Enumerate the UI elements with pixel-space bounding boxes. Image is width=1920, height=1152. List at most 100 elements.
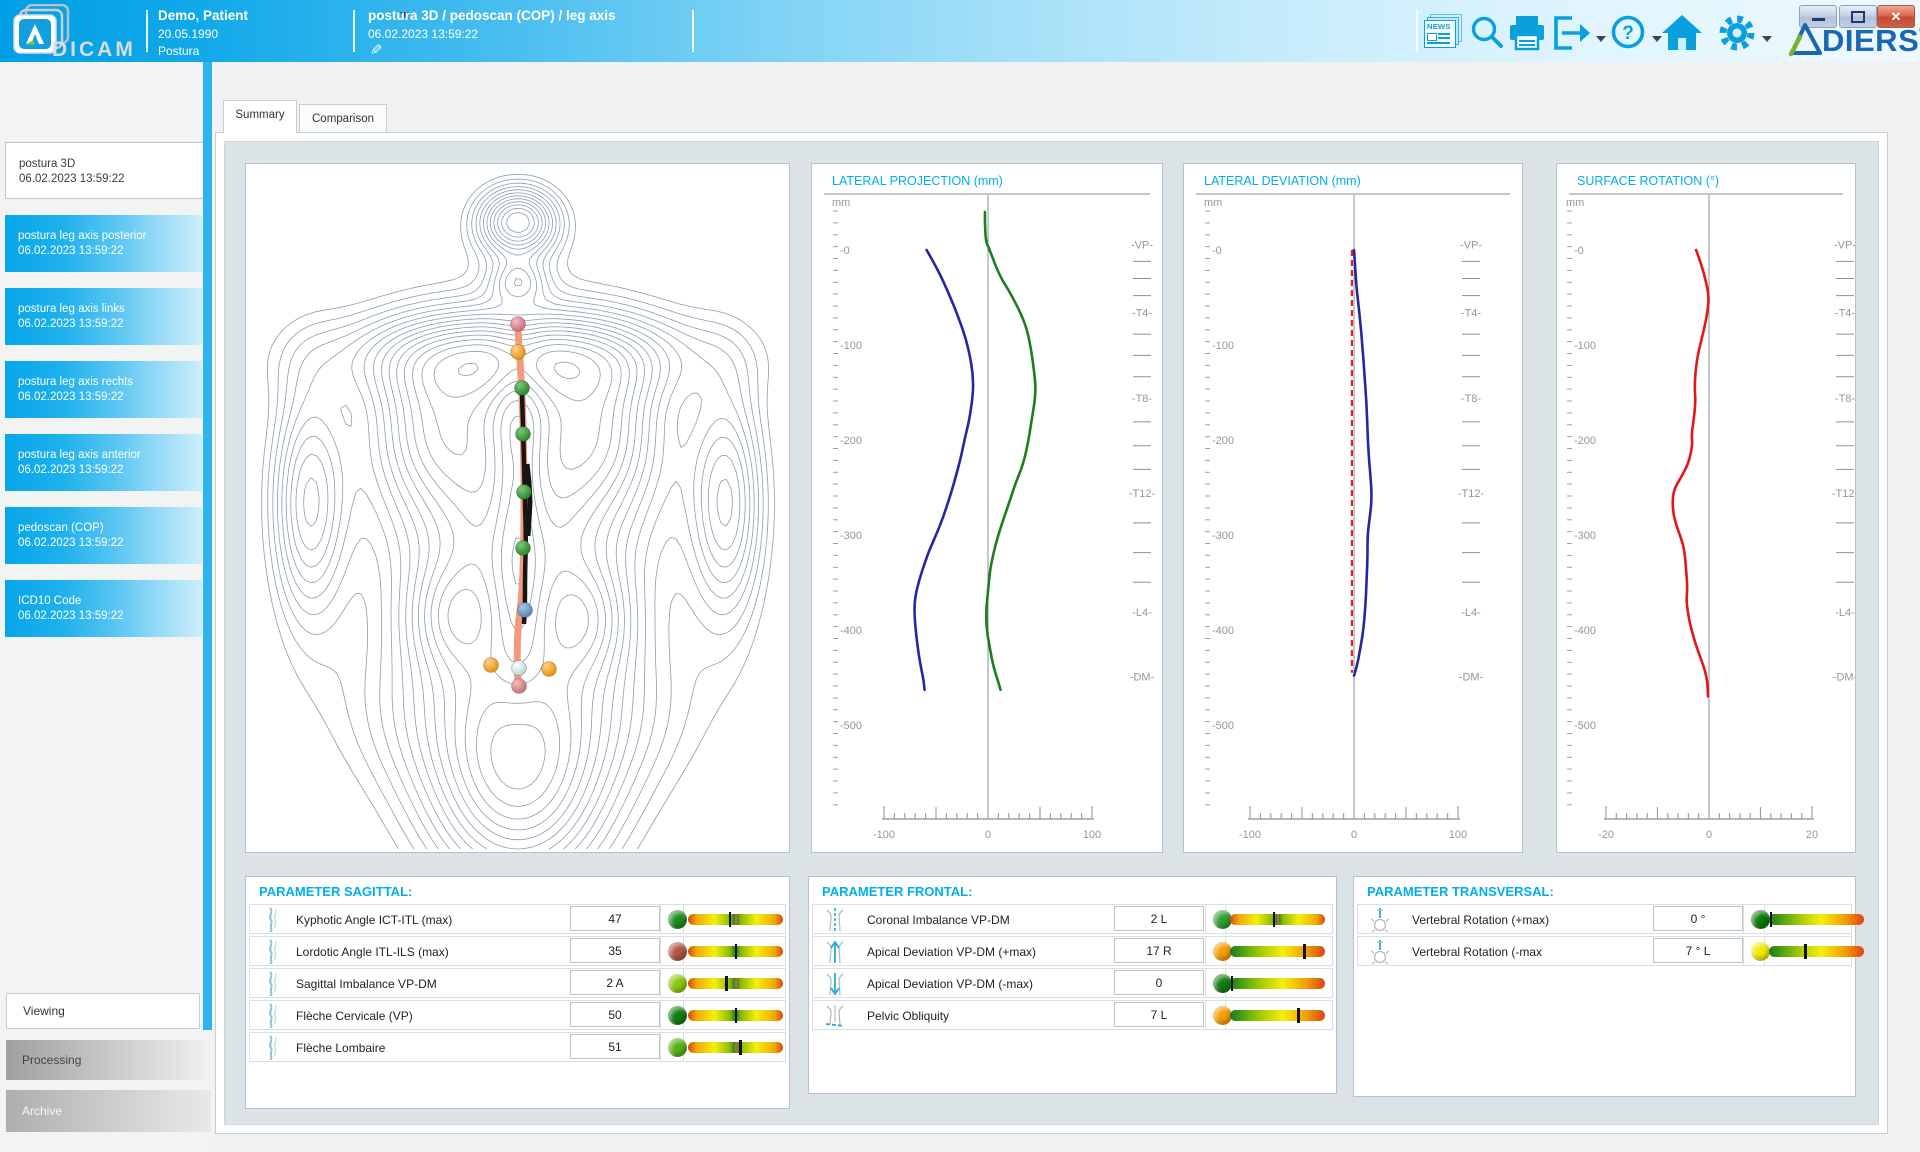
- parameter-row: Flèche Cervicale (VP)50: [249, 1000, 786, 1030]
- sidebar-item-title: ICD10 Code: [18, 594, 202, 609]
- parameter-value: 0: [1114, 970, 1204, 995]
- marker-spine-1: [515, 381, 530, 396]
- sidebar-item-postura-leg-axis-anterior[interactable]: postura leg axis anterior06.02.2023 13:5…: [5, 434, 202, 491]
- settings-icon[interactable]: [1716, 12, 1758, 54]
- svg-text:-100: -100: [1212, 340, 1234, 352]
- svg-text:LATERAL PROJECTION (mm): LATERAL PROJECTION (mm): [832, 174, 1003, 188]
- svg-text:-T8-: -T8-: [1835, 393, 1855, 405]
- news-icon[interactable]: NEWS: [1424, 16, 1460, 48]
- svg-text:-100: -100: [1239, 829, 1261, 841]
- sidebar-item-title: postura leg axis links: [18, 302, 202, 317]
- svg-text:-0: -0: [1212, 245, 1222, 257]
- svg-text:-L4-: -L4-: [1835, 607, 1855, 619]
- parameter-label: Apical Deviation VP-DM (-max): [867, 977, 1033, 991]
- parameter-panel-title: PARAMETER SAGITTAL:: [259, 884, 412, 899]
- tab-summary[interactable]: Summary: [223, 100, 297, 133]
- parameter-row: Vertebral Rotation (-max7 ° L: [1357, 936, 1852, 966]
- dicam-application-window: DICAM Demo, Patient 20.05.1990 Postura p…: [0, 0, 1920, 1152]
- parameter-label: Sagittal Imbalance VP-DM: [296, 977, 437, 991]
- svg-text:-0: -0: [840, 245, 850, 257]
- sidebar-item-datetime: 06.02.2023 13:59:22: [18, 609, 202, 624]
- diers-triangle-icon: [1786, 22, 1822, 58]
- parameter-label: Flèche Lombaire: [296, 1041, 385, 1055]
- range-marker: [1770, 912, 1773, 927]
- range-marker: [1231, 976, 1234, 991]
- sidebar-accent-strip: [203, 62, 212, 1030]
- marker-spine-3: [517, 485, 532, 500]
- range-indicator-bar: [688, 1042, 783, 1053]
- patient-module: Postura: [158, 44, 199, 58]
- range-indicator-bar: [1230, 946, 1325, 957]
- parameter-row: Sagittal Imbalance VP-DM 2 A: [249, 968, 786, 998]
- back-surface-profile: [915, 250, 974, 690]
- svg-text:0: 0: [1706, 829, 1712, 841]
- sidebar-item-datetime: 06.02.2023 13:59:22: [19, 172, 204, 187]
- sidebar-item-title: pedoscan (COP): [18, 521, 202, 536]
- parameter-panel-1: PARAMETER FRONTAL:Coronal Imbalance VP-D…: [808, 876, 1337, 1094]
- range-marker: [1297, 1008, 1300, 1023]
- status-dot: [1751, 942, 1770, 961]
- range-marker: [739, 1040, 742, 1055]
- parameter-value: 51: [570, 1034, 660, 1059]
- parameter-row: Lordotic Angle ITL-ILS (max)35: [249, 936, 786, 966]
- export-icon[interactable]: [1552, 14, 1594, 52]
- svg-text:100: 100: [1449, 829, 1467, 841]
- parameter-value: 2 A: [570, 970, 660, 995]
- measurement-title: postura 3D / pedoscan (COP) / leg axis: [368, 8, 616, 23]
- print-icon[interactable]: [1508, 14, 1548, 54]
- range-indicator-bar: [1230, 978, 1325, 989]
- header-divider: [692, 10, 694, 52]
- svg-text:-VP-: -VP-: [1834, 239, 1855, 251]
- svg-text:-20: -20: [1598, 829, 1614, 841]
- svg-text:-T12-: -T12-: [1832, 488, 1855, 500]
- edit-measurement-icon[interactable]: ✎: [370, 41, 383, 59]
- svg-text:-T8-: -T8-: [1461, 393, 1482, 405]
- search-icon[interactable]: [1468, 14, 1506, 52]
- status-dot: [1751, 910, 1770, 929]
- range-indicator-bar: [688, 914, 783, 925]
- mode-button-archive[interactable]: Archive: [6, 1090, 211, 1132]
- parameter-row: Apical Deviation VP-DM (+max)17 R: [812, 936, 1333, 966]
- surface-rotation-line: [1673, 250, 1709, 697]
- sidebar-item-postura-3d[interactable]: postura 3D06.02.2023 13:59:22: [5, 142, 205, 199]
- status-dot: [668, 942, 687, 961]
- svg-text:-100: -100: [873, 829, 895, 841]
- range-marker: [1273, 912, 1276, 927]
- svg-text:-400: -400: [840, 625, 862, 637]
- svg-text:-T4-: -T4-: [1835, 308, 1855, 320]
- help-icon[interactable]: ?: [1610, 14, 1648, 52]
- svg-text:LATERAL DEVIATION (mm): LATERAL DEVIATION (mm): [1204, 174, 1361, 188]
- range-indicator-bar: [1230, 914, 1325, 925]
- export-dropdown-caret[interactable]: [1596, 36, 1606, 42]
- vertebra-rotation-icon: [1368, 906, 1392, 939]
- settings-dropdown-caret[interactable]: [1762, 36, 1772, 42]
- sidebar-item-icd10-code[interactable]: ICD10 Code06.02.2023 13:59:22: [5, 580, 202, 637]
- app-title: DICAM: [52, 38, 136, 62]
- sidebar-item-datetime: 06.02.2023 13:59:22: [18, 317, 202, 332]
- spine-sagittal-icon: [260, 938, 284, 971]
- mode-button-processing[interactable]: Processing: [6, 1040, 211, 1080]
- mode-button-viewing[interactable]: Viewing: [6, 993, 200, 1029]
- sidebar-item-postura-leg-axis-links[interactable]: postura leg axis links06.02.2023 13:59:2…: [5, 288, 202, 345]
- marker-cervical: [511, 345, 526, 360]
- sidebar-item-postura-leg-axis-posterior[interactable]: postura leg axis posterior06.02.2023 13:…: [5, 215, 202, 272]
- sidebar-item-title: postura 3D: [19, 157, 204, 172]
- lateral-deviation-line: [1354, 250, 1371, 676]
- parameter-value: 47: [570, 906, 660, 931]
- sidebar-item-postura-leg-axis-rechts[interactable]: postura leg axis rechts06.02.2023 13:59:…: [5, 361, 202, 418]
- marker-spine-2: [516, 427, 531, 442]
- marker-dimple-right: [542, 662, 557, 677]
- tab-comparison[interactable]: Comparison: [299, 104, 387, 133]
- parameter-value: 17 R: [1114, 938, 1204, 963]
- sidebar-item-pedoscan-cop-[interactable]: pedoscan (COP)06.02.2023 13:59:22: [5, 507, 202, 564]
- parameter-panel-title: PARAMETER FRONTAL:: [822, 884, 972, 899]
- range-indicator-bar: [1769, 946, 1864, 957]
- back-surface-contours: [262, 174, 775, 849]
- home-icon[interactable]: [1660, 12, 1704, 54]
- svg-text:-200: -200: [840, 435, 862, 447]
- status-dot: [668, 974, 687, 993]
- diers-brand-text: DIERS: [1822, 25, 1919, 56]
- sidebar-item-title: postura leg axis anterior: [18, 448, 202, 463]
- svg-text:-100: -100: [840, 340, 862, 352]
- status-dot: [668, 1038, 687, 1057]
